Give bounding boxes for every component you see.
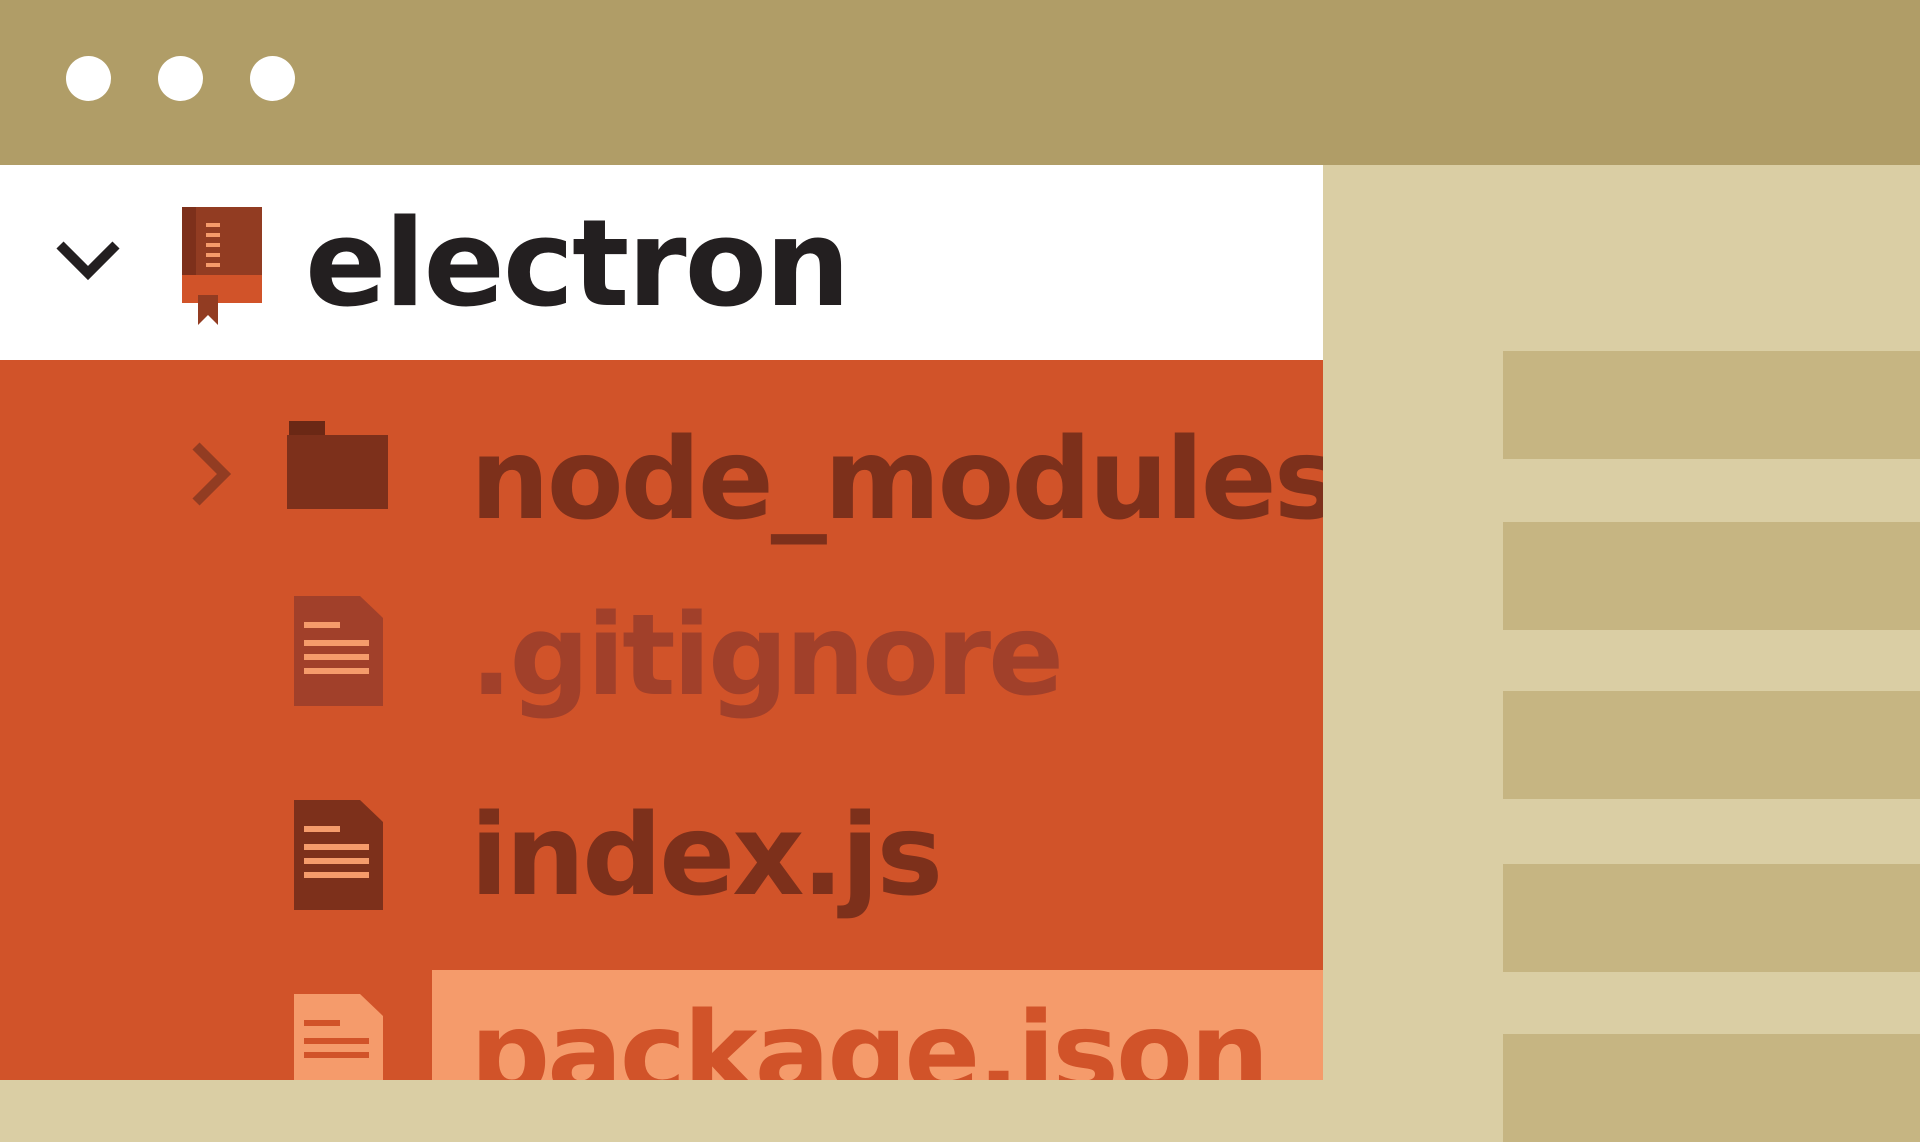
repo-book-icon: [182, 207, 262, 329]
tree-root-row[interactable]: electron: [0, 165, 1323, 360]
chevron-right-icon[interactable]: [190, 442, 234, 510]
code-line-placeholder: [1503, 351, 1920, 459]
code-line-placeholder: [1503, 522, 1920, 630]
file-tree: electron node_modules .gitignore index.j…: [0, 165, 1323, 1080]
file-icon: [294, 800, 383, 914]
code-line-placeholder: [1503, 1034, 1920, 1142]
window-close-button[interactable]: [66, 56, 111, 101]
tree-item-label: node_modules: [470, 415, 1323, 545]
chevron-down-icon[interactable]: [56, 239, 120, 287]
tree-item-node-modules[interactable]: node_modules: [0, 370, 1323, 570]
tree-item-gitignore[interactable]: .gitignore: [0, 570, 1323, 770]
tree-item-label: .gitignore: [470, 591, 1064, 721]
tree-item-package-json[interactable]: package.json: [0, 970, 1323, 1080]
tree-item-label: index.js: [470, 791, 943, 921]
title-bar: [0, 0, 1920, 165]
folder-icon: [287, 421, 388, 513]
tree-item-index-js[interactable]: index.js: [0, 770, 1323, 970]
window-maximize-button[interactable]: [250, 56, 295, 101]
window-minimize-button[interactable]: [158, 56, 203, 101]
editor-pane[interactable]: [1323, 165, 1920, 1142]
tree-item-label: package.json: [470, 989, 1270, 1080]
code-line-placeholder: [1503, 691, 1920, 799]
file-icon: [294, 596, 383, 710]
code-line-placeholder: [1503, 864, 1920, 972]
file-icon: [294, 994, 383, 1080]
tree-root-label: electron: [305, 195, 850, 334]
